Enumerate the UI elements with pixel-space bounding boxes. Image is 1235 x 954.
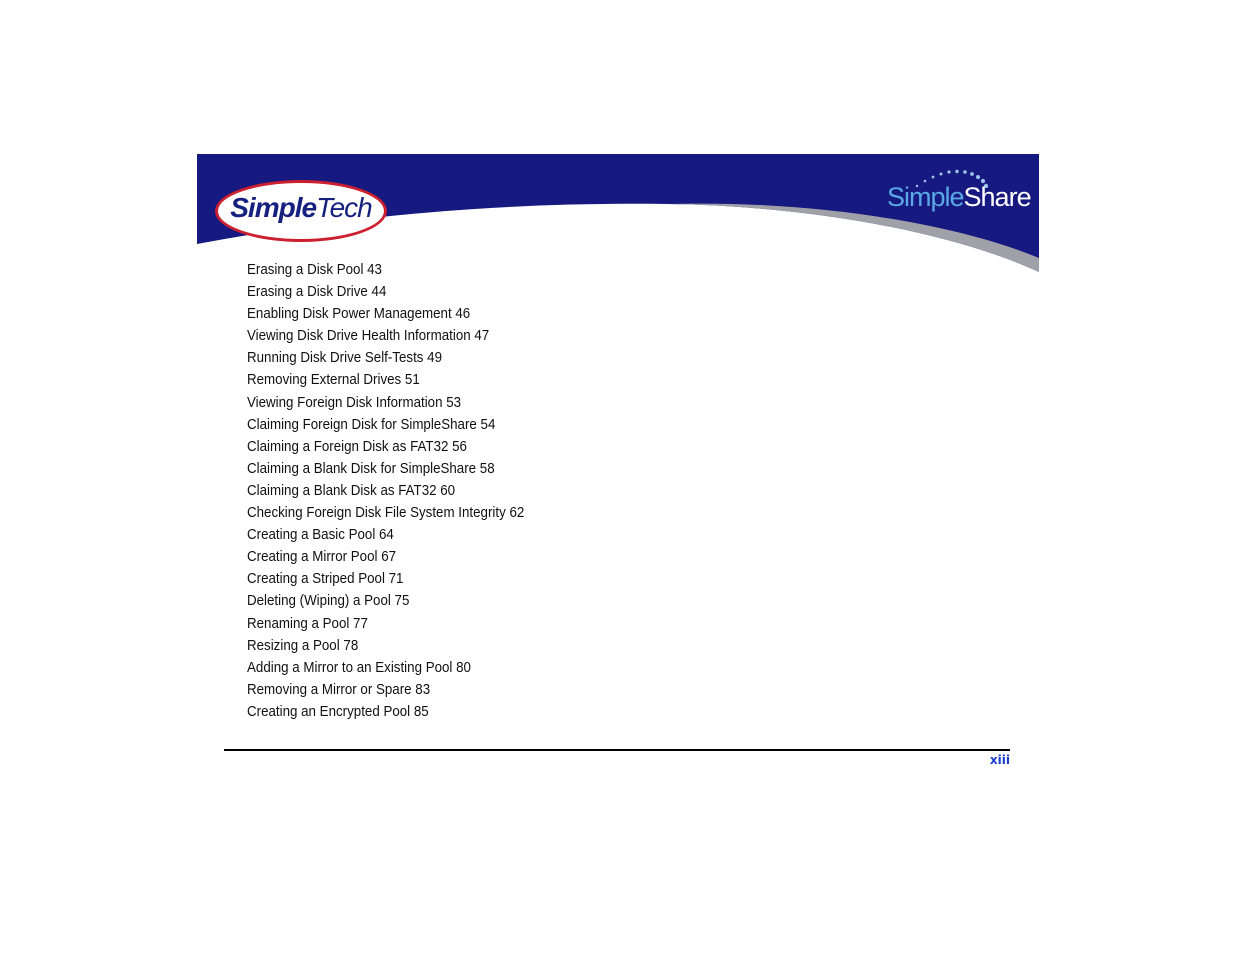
toc-entry-title: Removing a Mirror or Spare xyxy=(247,681,412,698)
toc-entry[interactable]: Creating a Mirror Pool 67 xyxy=(247,546,524,568)
toc-entry-title: Deleting (Wiping) a Pool xyxy=(247,593,391,610)
toc-entry-title: Checking Foreign Disk File System Integr… xyxy=(247,505,506,522)
toc-entry[interactable]: Claiming a Blank Disk as FAT32 60 xyxy=(247,480,524,502)
page-number: xiii xyxy=(989,753,1010,767)
toc-entry-page: 75 xyxy=(394,593,410,610)
toc-entry[interactable]: Renaming a Pool 77 xyxy=(247,613,524,635)
toc-entry-title: Claiming Foreign Disk for SimpleShare xyxy=(247,416,477,433)
toc-entry-page: 46 xyxy=(455,306,471,323)
toc-entry[interactable]: Checking Foreign Disk File System Integr… xyxy=(247,502,524,524)
simpletech-logo: SimpleTech xyxy=(215,180,387,242)
table-of-contents: Erasing a Disk Pool 43 Erasing a Disk Dri… xyxy=(247,259,548,723)
toc-entry-title: Erasing a Disk Drive xyxy=(247,284,368,301)
toc-entry-page: 62 xyxy=(509,505,525,522)
toc-entry-title: Enabling Disk Power Management xyxy=(247,306,452,323)
footer-rule xyxy=(224,749,1010,751)
toc-entry-title: Claiming a Blank Disk as FAT32 xyxy=(247,482,437,499)
toc-entry[interactable]: Erasing a Disk Pool 43 xyxy=(247,259,524,281)
toc-entry[interactable]: Creating a Striped Pool 71 xyxy=(247,568,524,590)
toc-entry[interactable]: Removing a Mirror or Spare 83 xyxy=(247,679,524,701)
toc-entry-title: Erasing a Disk Pool xyxy=(247,262,364,278)
toc-entry-page: 67 xyxy=(381,549,397,566)
toc-entry[interactable]: Deleting (Wiping) a Pool 75 xyxy=(247,590,524,612)
toc-entry-page: 56 xyxy=(452,438,467,455)
toc-entry[interactable]: Enabling Disk Power Management 46 xyxy=(247,303,524,325)
toc-entry[interactable]: Viewing Disk Drive Health Information 47 xyxy=(247,325,524,347)
toc-entry-title: Viewing Foreign Disk Information xyxy=(247,394,443,411)
toc-entry[interactable]: Claiming a Blank Disk for SimpleShare 58 xyxy=(247,458,524,480)
toc-entry-title: Creating a Mirror Pool xyxy=(247,549,378,566)
toc-entry-title: Running Disk Drive Self-Tests xyxy=(247,350,424,367)
toc-entry[interactable]: Resizing a Pool 78 xyxy=(247,635,524,657)
toc-entry[interactable]: Claiming Foreign Disk for SimpleShare 54 xyxy=(247,414,524,436)
toc-entry[interactable]: Viewing Foreign Disk Information 53 xyxy=(247,392,524,414)
toc-entry[interactable]: Adding a Mirror to an Existing Pool 80 xyxy=(247,657,524,679)
toc-entry-page: 80 xyxy=(456,659,471,676)
toc-entry-title: Viewing Disk Drive Health Information xyxy=(247,328,471,345)
toc-entry-page: 71 xyxy=(388,571,404,588)
toc-entry-page: 44 xyxy=(371,284,387,301)
toc-entry-page: 60 xyxy=(440,482,456,499)
toc-entry-title: Creating a Striped Pool xyxy=(247,571,385,588)
toc-entry[interactable]: Creating an Encrypted Pool 85 xyxy=(247,701,524,723)
toc-entry-title: Creating an Encrypted Pool xyxy=(247,703,411,720)
toc-entry-title: Resizing a Pool xyxy=(247,637,340,654)
toc-entry-page: 53 xyxy=(446,394,462,411)
toc-entry-page: 85 xyxy=(413,703,429,720)
toc-entry-title: Adding a Mirror to an Existing Pool xyxy=(247,659,453,676)
toc-entry-title: Creating a Basic Pool xyxy=(247,527,376,544)
simpleshare-logo: SimpleShare xyxy=(887,169,1032,218)
toc-entry-page: 54 xyxy=(480,416,496,433)
toc-entry-page: 51 xyxy=(404,372,420,389)
toc-entry-page: 58 xyxy=(479,460,495,477)
toc-entry-title: Claiming a Foreign Disk as FAT32 xyxy=(247,438,449,455)
toc-entry-title: Renaming a Pool xyxy=(247,615,350,632)
toc-entry-page: 47 xyxy=(474,328,490,345)
toc-entry-page: 49 xyxy=(427,350,443,367)
toc-entry[interactable]: Claiming a Foreign Disk as FAT32 56 xyxy=(247,436,524,458)
header-banner: SimpleTech SimpleShare xyxy=(197,154,1039,276)
toc-entry[interactable]: Erasing a Disk Drive 44 xyxy=(247,281,524,303)
toc-entry-page: 77 xyxy=(353,615,368,632)
toc-entry-page: 78 xyxy=(343,637,359,654)
toc-entry-page: 64 xyxy=(378,527,394,544)
toc-entry-title: Removing External Drives xyxy=(247,372,402,389)
toc-entry-page: 43 xyxy=(367,262,382,278)
toc-entry[interactable]: Removing External Drives 51 xyxy=(247,369,524,391)
toc-entry[interactable]: Creating a Basic Pool 64 xyxy=(247,524,524,546)
toc-entry-page: 83 xyxy=(415,681,431,698)
toc-entry[interactable]: Running Disk Drive Self-Tests 49 xyxy=(247,347,524,369)
toc-entry-title: Claiming a Blank Disk for SimpleShare xyxy=(247,460,477,477)
